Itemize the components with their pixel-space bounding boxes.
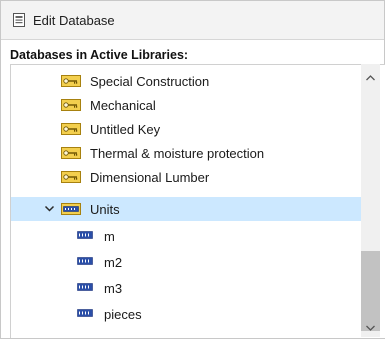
- tree-item-m[interactable]: m: [11, 224, 370, 248]
- database-tree[interactable]: Special Construction Mechanical Untitled…: [10, 64, 385, 338]
- chevron-down-icon[interactable]: [365, 324, 376, 332]
- tree-item-m2[interactable]: m2: [11, 250, 370, 274]
- tree-item-label: Dimensional Lumber: [90, 169, 210, 185]
- unit-icon: [77, 309, 93, 317]
- title-bar: Edit Database: [1, 1, 384, 40]
- tree-item-thermal-moisture-protection[interactable]: Thermal & moisture protection: [11, 141, 370, 165]
- tree-item-label: m3: [104, 280, 123, 296]
- units-folder-icon: [61, 203, 81, 215]
- tree-item-label: Units: [90, 201, 120, 217]
- tree-item-label: m2: [104, 254, 123, 270]
- unit-icon: [77, 257, 93, 265]
- key-icon: [61, 147, 81, 159]
- chevron-up-icon[interactable]: [365, 74, 376, 82]
- tree-item-units[interactable]: Units: [11, 197, 370, 221]
- window-title: Edit Database: [33, 12, 115, 28]
- chevron-down-icon[interactable]: [44, 203, 55, 214]
- tree-item-pieces[interactable]: pieces: [11, 302, 370, 326]
- tree-item-label: m: [104, 228, 115, 244]
- database-icon: [13, 13, 25, 27]
- tree-item-label: Mechanical: [90, 97, 156, 113]
- tree-item-mechanical[interactable]: Mechanical: [11, 93, 370, 117]
- unit-icon: [77, 231, 93, 239]
- tree-item-label: Untitled Key: [90, 121, 161, 137]
- key-icon: [61, 99, 81, 111]
- key-icon: [61, 171, 81, 183]
- tree-item-dimensional-lumber[interactable]: Dimensional Lumber: [11, 165, 370, 189]
- tree-item-label: Thermal & moisture protection: [90, 145, 265, 161]
- tree-item-label: pieces: [104, 306, 142, 322]
- key-icon: [61, 75, 81, 87]
- tree-item-m3[interactable]: m3: [11, 276, 370, 300]
- tree-item-untitled-key[interactable]: Untitled Key: [11, 117, 370, 141]
- section-label: Databases in Active Libraries:: [10, 48, 189, 62]
- tree-item-special-construction[interactable]: Special Construction: [11, 69, 370, 93]
- scrollbar-thumb[interactable]: [361, 251, 380, 331]
- unit-icon: [77, 283, 93, 291]
- key-icon: [61, 123, 81, 135]
- tree-item-label: Special Construction: [90, 73, 210, 89]
